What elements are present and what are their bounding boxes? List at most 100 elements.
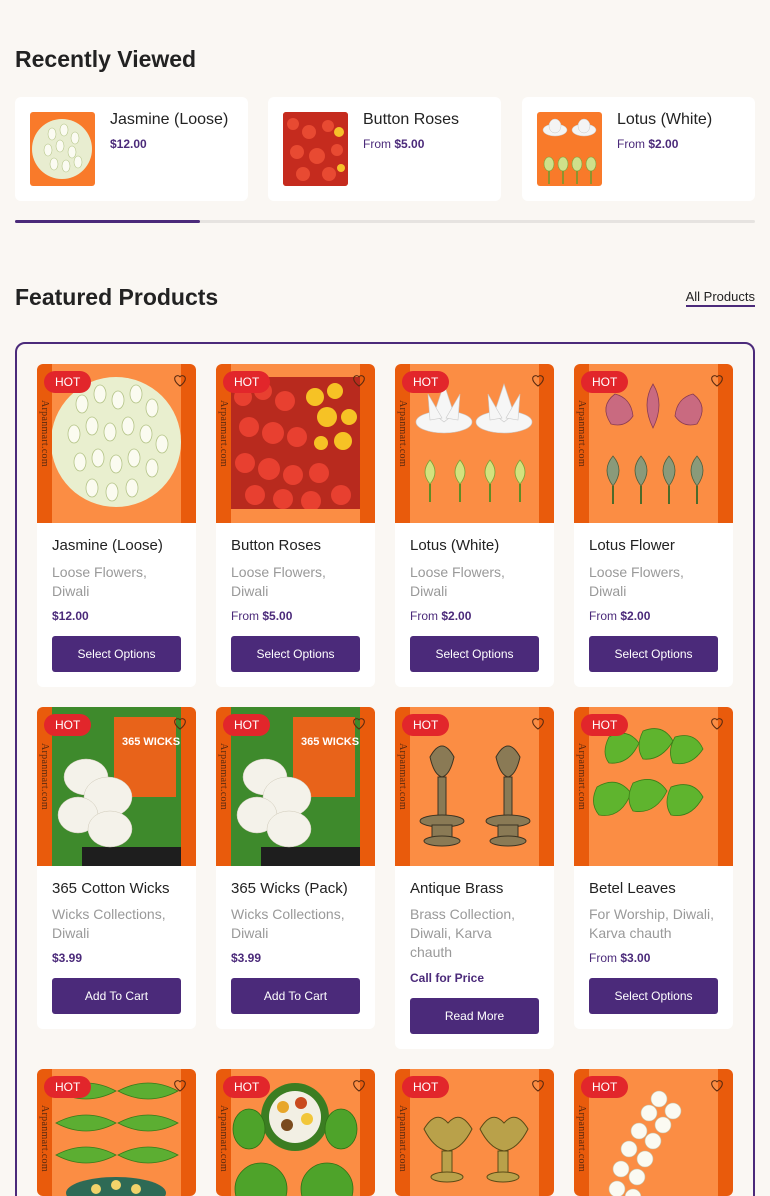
product-image[interactable]: 365 WICKS Arpanmart.com HOT (37, 707, 196, 866)
hot-badge: HOT (44, 371, 92, 393)
product-name[interactable]: Button Roses (231, 537, 321, 554)
heart-icon[interactable] (530, 715, 546, 731)
product-categories[interactable]: Wicks Collections, Diwali (52, 905, 187, 943)
product-price: From $2.00 (589, 609, 650, 623)
price-from-label: From (363, 137, 391, 151)
price-value: $3.00 (620, 951, 651, 965)
all-products-link[interactable]: All Products (685, 289, 755, 307)
add-to-cart-button[interactable]: Add To Cart (52, 978, 181, 1014)
recently-viewed-card[interactable]: Jasmine (Loose) $12.00 (15, 97, 248, 201)
product-categories[interactable]: Wicks Collections, Diwali (231, 905, 366, 943)
product-image[interactable]: Arpanmart.com HOT (574, 1069, 733, 1196)
heart-icon[interactable] (351, 1077, 367, 1093)
product-image[interactable]: 365 WICKS Arpanmart.com HOT (216, 707, 375, 866)
product-categories[interactable]: Loose Flowers, Diwali (589, 563, 724, 601)
product-name[interactable]: Lotus (White) (410, 537, 499, 554)
image-watermark: Arpanmart.com (576, 743, 587, 810)
product-card[interactable]: Arpanmart.com HOT (216, 1069, 375, 1196)
product-name[interactable]: Jasmine (Loose) (110, 111, 228, 129)
product-image[interactable]: Arpanmart.com HOT (395, 1069, 554, 1196)
heart-icon[interactable] (709, 715, 725, 731)
product-image[interactable]: Arpanmart.com HOT (216, 364, 375, 523)
hot-badge: HOT (581, 1076, 629, 1098)
price-value: $5.00 (262, 609, 293, 623)
image-watermark: Arpanmart.com (39, 400, 50, 467)
add-to-cart-button[interactable]: Add To Cart (231, 978, 360, 1014)
product-name[interactable]: Betel Leaves (589, 880, 676, 897)
select-options-button[interactable]: Select Options (589, 978, 718, 1014)
featured-products-title: Featured Products (15, 284, 219, 310)
heart-icon[interactable] (172, 715, 188, 731)
product-categories[interactable]: Brass Collection, Diwali, Karva chauth (410, 905, 535, 962)
product-card[interactable]: Arpanmart.com HOT (37, 1069, 196, 1196)
heart-icon[interactable] (530, 1077, 546, 1093)
hot-badge: HOT (581, 714, 629, 736)
image-watermark: Arpanmart.com (39, 743, 50, 810)
product-categories[interactable]: Loose Flowers, Diwali (410, 563, 545, 601)
product-card[interactable]: 365 WICKS Arpanmart.com HOT 365 Wicks (P… (216, 707, 375, 1029)
product-thumbnail[interactable] (30, 112, 95, 186)
product-image[interactable]: Arpanmart.com HOT (37, 364, 196, 523)
product-name[interactable]: Antique Brass (410, 880, 503, 897)
heart-icon[interactable] (351, 715, 367, 731)
product-card[interactable]: Arpanmart.com HOT Lotus Flower Loose Flo… (574, 364, 733, 687)
product-card[interactable]: Arpanmart.com HOT Button Roses Loose Flo… (216, 364, 375, 687)
product-card[interactable]: 365 WICKS Arpanmart.com HOT 365 Cotton W… (37, 707, 196, 1029)
carousel-scrollbar-thumb[interactable] (15, 220, 200, 223)
price-from-label: From (231, 609, 259, 623)
product-thumbnail[interactable] (283, 112, 348, 186)
product-image[interactable]: Arpanmart.com HOT (395, 364, 554, 523)
hot-badge: HOT (402, 1076, 450, 1098)
product-image[interactable]: Arpanmart.com HOT (395, 707, 554, 866)
recently-viewed-card[interactable]: Lotus (White) From $2.00 (522, 97, 755, 201)
carousel-scrollbar[interactable] (15, 220, 755, 223)
product-name[interactable]: Jasmine (Loose) (52, 537, 163, 554)
product-name[interactable]: Lotus (White) (617, 111, 712, 129)
product-card[interactable]: Arpanmart.com HOT (395, 1069, 554, 1196)
product-name[interactable]: 365 Wicks (Pack) (231, 880, 348, 897)
heart-icon[interactable] (172, 372, 188, 388)
price-value: $3.99 (52, 951, 83, 965)
select-options-button[interactable]: Select Options (231, 636, 360, 672)
price-from-label: From (589, 951, 617, 965)
product-categories[interactable]: For Worship, Diwali, Karva chauth (589, 905, 729, 943)
product-name[interactable]: Lotus Flower (589, 537, 675, 554)
read-more-button[interactable]: Read More (410, 998, 539, 1034)
image-watermark: Arpanmart.com (397, 743, 408, 810)
product-image[interactable]: Arpanmart.com HOT (216, 1069, 375, 1196)
product-price: $3.99 (52, 951, 82, 965)
select-options-button[interactable]: Select Options (589, 636, 718, 672)
product-card[interactable]: Arpanmart.com HOT Antique Brass Brass Co… (395, 707, 554, 1049)
heart-icon[interactable] (530, 372, 546, 388)
product-card[interactable]: Arpanmart.com HOT Jasmine (Loose) Loose … (37, 364, 196, 687)
recently-viewed-title: Recently Viewed (15, 46, 197, 72)
heart-icon[interactable] (172, 1077, 188, 1093)
product-name[interactable]: 365 Cotton Wicks (52, 880, 170, 897)
product-card[interactable]: Arpanmart.com HOT Lotus (White) Loose Fl… (395, 364, 554, 687)
product-price: $12.00 (52, 609, 89, 623)
image-watermark: Arpanmart.com (397, 400, 408, 467)
heart-icon[interactable] (709, 1077, 725, 1093)
recently-viewed-card[interactable]: Button Roses From $5.00 (268, 97, 501, 201)
price-value: $2.00 (648, 137, 679, 151)
select-options-button[interactable]: Select Options (52, 636, 181, 672)
product-card[interactable]: Arpanmart.com HOT Betel Leaves For Worsh… (574, 707, 733, 1029)
product-categories[interactable]: Loose Flowers, Diwali (231, 563, 366, 601)
price-from-label: From (589, 609, 617, 623)
product-image[interactable]: Arpanmart.com HOT (574, 707, 733, 866)
product-categories[interactable]: Loose Flowers, Diwali (52, 563, 187, 601)
product-name[interactable]: Button Roses (363, 111, 459, 129)
price-value: $12.00 (110, 137, 147, 151)
select-options-button[interactable]: Select Options (410, 636, 539, 672)
price-from-label: From (617, 137, 645, 151)
heart-icon[interactable] (351, 372, 367, 388)
product-thumbnail[interactable] (537, 112, 602, 186)
product-card[interactable]: Arpanmart.com HOT (574, 1069, 733, 1196)
image-watermark: Arpanmart.com (218, 400, 229, 467)
product-image[interactable]: Arpanmart.com HOT (574, 364, 733, 523)
product-price: $12.00 (110, 137, 147, 151)
heart-icon[interactable] (709, 372, 725, 388)
price-value: Call for Price (410, 971, 485, 985)
hot-badge: HOT (223, 1076, 271, 1098)
product-image[interactable]: Arpanmart.com HOT (37, 1069, 196, 1196)
